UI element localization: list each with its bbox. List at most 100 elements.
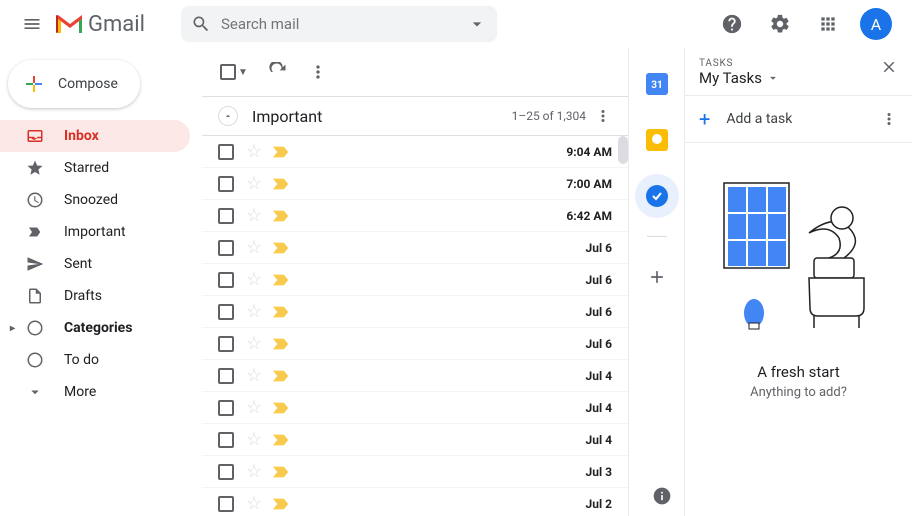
side-panel-rail: 31 <box>628 48 684 516</box>
mail-row[interactable]: ☆Jul 6 <box>202 328 628 360</box>
mail-checkbox[interactable] <box>218 368 234 384</box>
search-input[interactable] <box>221 15 467 33</box>
important-marker-icon[interactable] <box>272 337 290 351</box>
collapse-section-button[interactable] <box>218 106 238 126</box>
mail-checkbox[interactable] <box>218 336 234 352</box>
section-more-button[interactable] <box>594 107 612 125</box>
mail-row[interactable]: ☆Jul 6 <box>202 296 628 328</box>
support-button[interactable] <box>712 4 752 44</box>
important-marker-icon[interactable] <box>272 369 290 383</box>
star-icon[interactable]: ☆ <box>246 493 262 514</box>
left-navigation: Compose Inbox StarredSnoozed Important Sent… <box>0 48 202 516</box>
compose-button[interactable]: Compose <box>8 60 140 108</box>
nav-item-sent[interactable]: Sent <box>0 248 190 280</box>
important-marker-icon[interactable] <box>272 497 290 511</box>
nav-item-more[interactable]: More <box>0 376 190 408</box>
nav-item-inbox[interactable]: Inbox <box>0 120 190 152</box>
apps-button[interactable] <box>808 4 848 44</box>
star-icon[interactable]: ☆ <box>246 237 262 258</box>
mail-checkbox[interactable] <box>218 496 234 512</box>
important-marker-icon[interactable] <box>272 177 290 191</box>
mail-row[interactable]: ☆Jul 6 <box>202 264 628 296</box>
nav-label: Important <box>64 224 126 240</box>
plus-icon: + <box>699 107 710 131</box>
star-icon[interactable]: ☆ <box>246 461 262 482</box>
mail-row[interactable]: ☆Jul 4 <box>202 392 628 424</box>
mail-row[interactable]: ☆Jul 4 <box>202 424 628 456</box>
tasks-more-button[interactable] <box>880 110 898 128</box>
important-marker-icon[interactable] <box>272 273 290 287</box>
gmail-logo[interactable]: Gmail <box>56 12 145 37</box>
star-icon[interactable]: ☆ <box>246 173 262 194</box>
mail-date: 6:42 AM <box>566 209 612 223</box>
mail-row[interactable]: ☆Jul 3 <box>202 456 628 488</box>
rail-app-calendar[interactable]: 31 <box>637 64 677 104</box>
important-marker-icon[interactable] <box>272 401 290 415</box>
mail-row[interactable]: ☆Jul 4 <box>202 360 628 392</box>
rail-app-tasks[interactable] <box>637 176 677 216</box>
mail-checkbox[interactable] <box>218 304 234 320</box>
mail-checkbox[interactable] <box>218 464 234 480</box>
mail-list[interactable]: ☆9:04 AM☆7:00 AM☆6:42 AM☆Jul 6☆Jul 6☆Jul… <box>202 136 628 516</box>
search-bar[interactable] <box>181 6 497 42</box>
nav-item-snoozed[interactable]: Snoozed <box>0 184 190 216</box>
nav-item-to-do[interactable]: To do <box>0 344 190 376</box>
section-header: Important 1–25 of 1,304 <box>202 96 628 136</box>
logo-text: Gmail <box>88 12 145 37</box>
star-icon[interactable]: ☆ <box>246 397 262 418</box>
mail-row[interactable]: ☆Jul 6 <box>202 232 628 264</box>
expand-caret-icon: ▸ <box>10 323 15 334</box>
mail-checkbox[interactable] <box>218 144 234 160</box>
mail-row[interactable]: ☆Jul 2 <box>202 488 628 516</box>
mail-checkbox[interactable] <box>218 240 234 256</box>
info-button[interactable] <box>652 486 672 506</box>
compose-label: Compose <box>58 76 118 92</box>
mail-date: 9:04 AM <box>566 145 612 159</box>
settings-button[interactable] <box>760 4 800 44</box>
important-marker-icon[interactable] <box>272 305 290 319</box>
mail-checkbox[interactable] <box>218 272 234 288</box>
nav-label: Categories <box>64 320 132 336</box>
add-task-button[interactable]: + Add a task <box>699 107 880 131</box>
star-icon[interactable]: ☆ <box>246 141 262 162</box>
refresh-button[interactable] <box>268 62 288 82</box>
important-marker-icon[interactable] <box>272 433 290 447</box>
main-menu-button[interactable] <box>8 0 56 48</box>
more-actions-button[interactable] <box>308 62 328 82</box>
close-tasks-button[interactable] <box>880 58 898 76</box>
drafts-icon <box>26 287 46 305</box>
mail-row[interactable]: ☆ 6:42 AM <box>202 200 628 232</box>
scrollbar[interactable] <box>618 136 628 164</box>
star-icon[interactable]: ☆ <box>246 365 262 386</box>
rail-app-keep[interactable] <box>637 120 677 160</box>
nav-item-drafts[interactable]: Drafts <box>0 280 190 312</box>
mail-row[interactable]: ☆7:00 AM <box>202 168 628 200</box>
mail-checkbox[interactable] <box>218 208 234 224</box>
nav-item-important[interactable]: Important <box>0 216 190 248</box>
search-options-icon[interactable] <box>467 14 487 34</box>
tasks-empty-illustration <box>714 173 884 343</box>
star-icon[interactable]: ☆ <box>246 333 262 354</box>
mail-checkbox[interactable] <box>218 176 234 192</box>
nav-label: Inbox <box>64 128 99 144</box>
mail-checkbox[interactable] <box>218 432 234 448</box>
important-marker-icon[interactable] <box>272 241 290 255</box>
nav-item-starred[interactable]: Starred <box>0 152 190 184</box>
tasks-panel: Tasks My Tasks + Add a task <box>684 48 912 516</box>
tasks-list-selector[interactable]: My Tasks <box>699 69 880 87</box>
star-icon[interactable]: ☆ <box>246 301 262 322</box>
important-marker-icon[interactable] <box>272 145 290 159</box>
select-dropdown-icon[interactable]: ▼ <box>238 67 248 78</box>
star-icon[interactable]: ☆ <box>246 269 262 290</box>
important-marker-icon[interactable] <box>272 465 290 479</box>
nav-item-categories[interactable]: ▸ Categories <box>0 312 190 344</box>
important-marker-icon[interactable] <box>272 209 290 223</box>
account-avatar[interactable]: A <box>860 8 892 40</box>
categories-icon <box>26 319 46 337</box>
star-icon[interactable]: ☆ <box>246 205 262 226</box>
mail-checkbox[interactable] <box>218 400 234 416</box>
star-icon[interactable]: ☆ <box>246 429 262 450</box>
mail-row[interactable]: ☆ 9:04 AM <box>202 136 628 168</box>
rail-add-app-button[interactable] <box>637 257 677 297</box>
select-all-checkbox[interactable] <box>220 64 236 80</box>
